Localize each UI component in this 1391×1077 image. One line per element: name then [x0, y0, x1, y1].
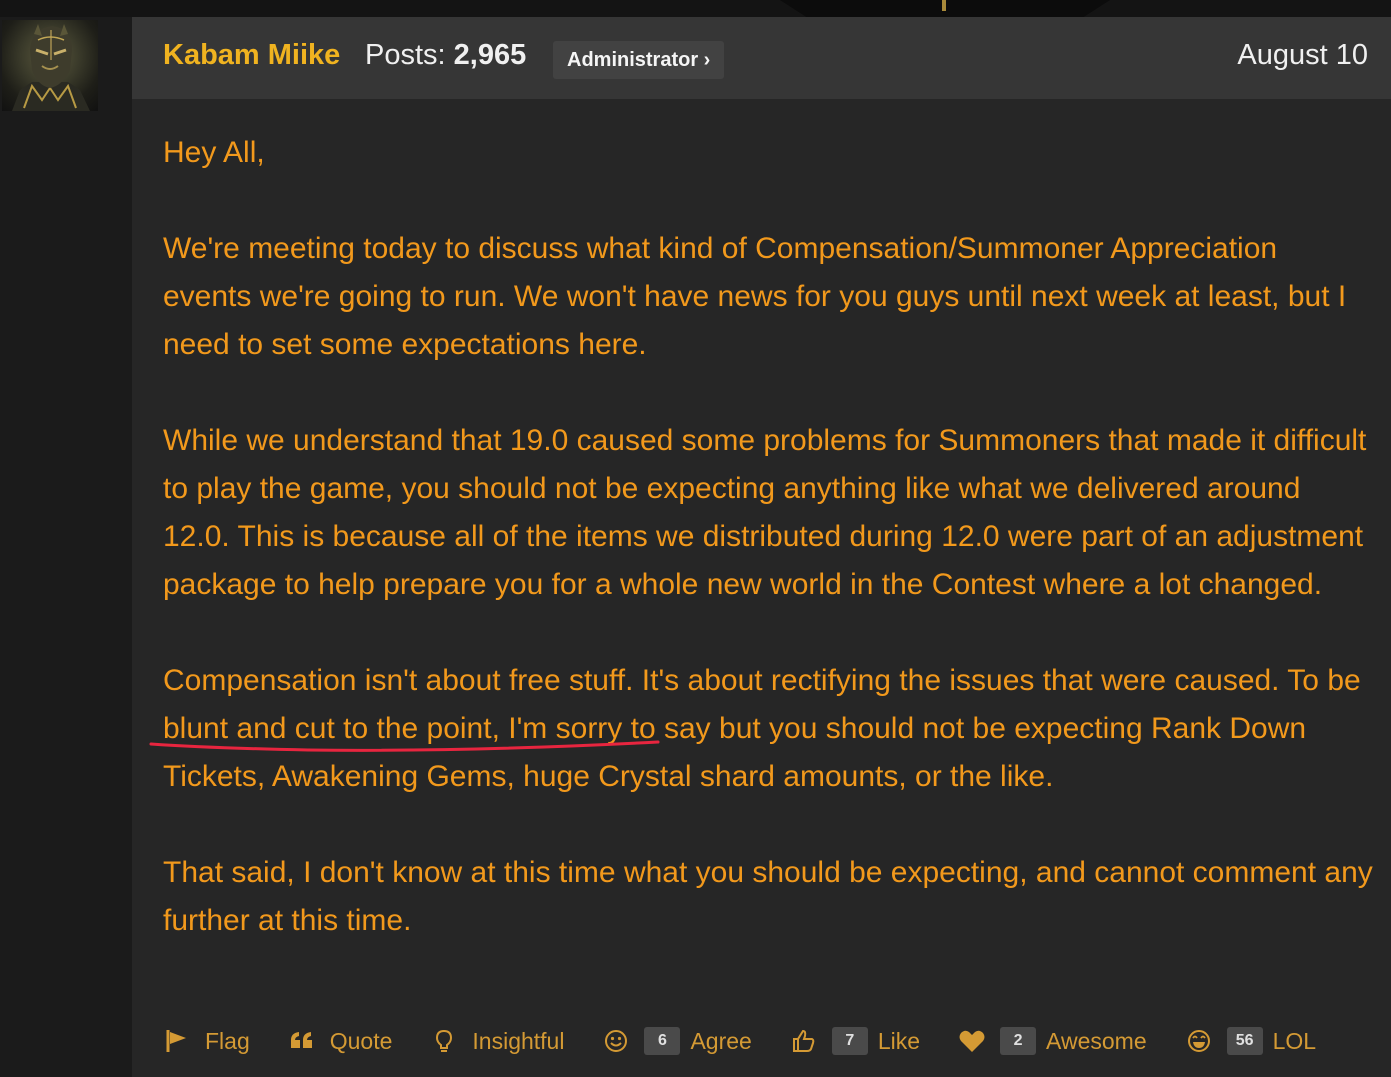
banner-decoration: [780, 0, 1110, 17]
agree-count: 6: [644, 1027, 681, 1055]
like-count: 7: [831, 1027, 868, 1055]
awesome-count: 2: [1000, 1027, 1037, 1055]
post-paragraph: Compensation isn't about free stuff. It'…: [163, 664, 1361, 793]
thumbs-up-icon: [790, 1027, 818, 1055]
author-name-link[interactable]: Kabam Miike: [163, 39, 340, 72]
flag-icon: [163, 1027, 191, 1055]
insightful-label: Insightful: [472, 1027, 565, 1054]
lol-label: LOL: [1272, 1027, 1317, 1054]
top-banner-strip: [0, 0, 1391, 17]
like-label: Like: [877, 1027, 921, 1054]
lol-button[interactable]: 56 LOL: [1185, 1027, 1316, 1055]
post-paragraph: That said, I don't know at this time wha…: [163, 856, 1373, 937]
smiley-icon: [602, 1027, 630, 1055]
forum-page: Kabam Miike Posts: 2,965 Administrator ›…: [0, 0, 1391, 1077]
post-body: Hey All, We're meeting today to discuss …: [163, 129, 1373, 945]
insightful-button[interactable]: Insightful: [430, 1027, 564, 1055]
author-sidebar: [0, 17, 132, 1077]
post-paragraph: While we understand that 19.0 caused som…: [163, 424, 1367, 601]
quote-label: Quote: [329, 1027, 393, 1054]
flag-button[interactable]: Flag: [163, 1027, 250, 1055]
lol-count: 56: [1226, 1027, 1263, 1055]
post-header: Kabam Miike Posts: 2,965 Administrator ›…: [132, 17, 1391, 99]
heart-icon: [958, 1027, 986, 1055]
posts-count-value: 2,965: [453, 39, 527, 71]
post-count: Posts: 2,965: [365, 39, 526, 72]
awesome-button[interactable]: 2 Awesome: [958, 1027, 1147, 1055]
avatar[interactable]: [2, 20, 98, 111]
laughing-icon: [1185, 1027, 1213, 1055]
agree-button[interactable]: 6 Agree: [602, 1027, 752, 1055]
quote-icon: [288, 1027, 316, 1055]
reaction-bar: Flag Quote Insightful 6 Agree 7 Like 2 A…: [163, 1023, 1354, 1059]
quote-button[interactable]: Quote: [288, 1027, 393, 1055]
posts-label: Posts:: [365, 39, 446, 71]
role-badge-link[interactable]: Administrator ›: [553, 41, 725, 79]
agree-label: Agree: [690, 1027, 752, 1054]
like-button[interactable]: 7 Like: [790, 1027, 920, 1055]
flag-label: Flag: [205, 1027, 250, 1054]
forum-post: Kabam Miike Posts: 2,965 Administrator ›…: [132, 17, 1391, 1077]
post-date[interactable]: August 10: [1237, 39, 1368, 72]
post-paragraph: We're meeting today to discuss what kind…: [163, 232, 1347, 361]
black-panther-avatar-icon: [12, 24, 90, 111]
post-paragraph: Hey All,: [163, 136, 265, 169]
awesome-label: Awesome: [1046, 1027, 1147, 1054]
lightbulb-icon: [430, 1027, 458, 1055]
